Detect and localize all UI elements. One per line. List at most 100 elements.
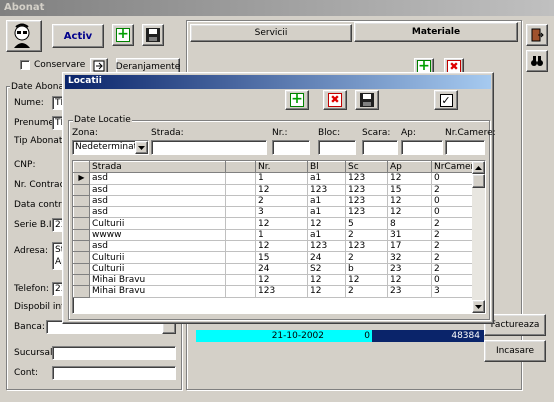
cell-nrcamere[interactable]: 2	[431, 183, 474, 196]
main-add-button[interactable]: +	[112, 24, 134, 46]
cell-strada[interactable]: Culturii	[89, 262, 226, 275]
table-row[interactable]: Culturii 24 S2 b 23 2	[73, 262, 474, 275]
cell-sc[interactable]: 123	[345, 206, 388, 219]
row-indicator[interactable]	[73, 183, 90, 196]
cell-nrcamere[interactable]: 3	[431, 285, 474, 298]
column-header-ap[interactable]: Ap	[387, 161, 432, 174]
locatii-grid[interactable]: Strada Nr. Bl Sc Ap NrCamere ▶asd1a11231…	[72, 160, 486, 314]
cell-bl[interactable]: 12	[307, 285, 346, 298]
cell-nr[interactable]: 24	[255, 262, 308, 275]
scroll-up-button[interactable]	[472, 161, 485, 174]
cell-ap[interactable]: 12	[387, 206, 432, 219]
cell-bl[interactable]: 12	[307, 273, 346, 287]
cell-nrcamere[interactable]: 2	[431, 251, 474, 264]
sucursala-field[interactable]	[52, 346, 176, 360]
cell-strada[interactable]: Culturii	[89, 251, 226, 264]
table-row[interactable]: ▶ asd 1 a1 123 12 0	[73, 172, 474, 185]
row-indicator[interactable]	[73, 273, 90, 287]
cont-field[interactable]	[52, 366, 176, 380]
cell-ap[interactable]: 15	[387, 183, 432, 196]
activ-button[interactable]: Activ	[52, 24, 104, 48]
nr-filter-input[interactable]	[272, 140, 310, 155]
cell-nrcamere[interactable]: 2	[431, 262, 474, 275]
cell-nrcamere[interactable]: 2	[431, 240, 474, 253]
cell-strada[interactable]: asd	[89, 240, 226, 253]
cell-strada[interactable]: Culturii	[89, 217, 226, 230]
cell-strada[interactable]: Mihai Bravu	[89, 285, 226, 298]
cell-sc[interactable]: 2	[345, 285, 388, 298]
table-row[interactable]: Mihai Bravu 12 12 12 12 0	[73, 273, 474, 287]
cell-nr[interactable]: 12	[255, 240, 308, 253]
cell-nrcamere[interactable]: 0	[431, 206, 474, 219]
cell-nr[interactable]: 2	[255, 194, 308, 208]
cell-sc[interactable]: 5	[345, 217, 388, 230]
row-indicator[interactable]: ▶	[73, 172, 90, 185]
cell-ap[interactable]: 12	[387, 273, 432, 287]
strada-filter-input[interactable]	[151, 140, 267, 155]
conservare-checkbox[interactable]	[20, 60, 30, 70]
cell-strada[interactable]: Mihai Bravu	[89, 273, 226, 287]
cell-nr[interactable]: 123	[255, 285, 308, 298]
column-header-bl[interactable]: Bl	[307, 161, 346, 174]
row-indicator[interactable]	[73, 217, 90, 230]
column-header-sc[interactable]: Sc	[345, 161, 388, 174]
cell-sc[interactable]: 2	[345, 228, 388, 242]
row-indicator[interactable]	[73, 251, 90, 264]
table-row[interactable]: wwww 1 a1 2 31 2	[73, 228, 474, 242]
cell-nrcamere[interactable]: 2	[431, 217, 474, 230]
cell-sc[interactable]: 12	[345, 273, 388, 287]
cell-ap[interactable]: 12	[387, 194, 432, 208]
row-indicator[interactable]	[73, 194, 90, 208]
cell-nrcamere[interactable]: 0	[431, 194, 474, 208]
cell-bl[interactable]: 123	[307, 240, 346, 253]
cell-bl[interactable]: a1	[307, 206, 346, 219]
cell-nr[interactable]: 3	[255, 206, 308, 219]
cell-sc[interactable]: 123	[345, 172, 388, 185]
main-save-button[interactable]	[142, 24, 164, 46]
cell-nr[interactable]: 15	[255, 251, 308, 264]
row-indicator[interactable]	[73, 206, 90, 219]
cell-ap[interactable]: 17	[387, 240, 432, 253]
cell-ap[interactable]: 23	[387, 262, 432, 275]
search-button[interactable]	[526, 50, 548, 72]
tab-servicii[interactable]: Servicii	[190, 24, 352, 42]
nr-camere-filter-input[interactable]	[445, 140, 485, 155]
cell-bl[interactable]: 123	[307, 183, 346, 196]
table-row[interactable]: Culturii 12 12 5 8 2	[73, 217, 474, 230]
cell-strada[interactable]: asd	[89, 172, 226, 185]
cell-strada[interactable]: asd	[89, 183, 226, 196]
table-row[interactable]: asd 12 123 123 17 2	[73, 240, 474, 253]
cell-ap[interactable]: 32	[387, 251, 432, 264]
scroll-thumb[interactable]	[472, 174, 485, 188]
column-header-strada[interactable]: Strada	[89, 161, 226, 174]
cell-ap[interactable]: 31	[387, 228, 432, 242]
cell-ap[interactable]: 12	[387, 172, 432, 185]
cell-bl[interactable]: S2	[307, 262, 346, 275]
cell-bl[interactable]: a1	[307, 228, 346, 242]
locatii-add-button[interactable]: +	[285, 90, 309, 110]
cell-nr[interactable]: 12	[255, 183, 308, 196]
cell-bl[interactable]: 24	[307, 251, 346, 264]
user-icon-button[interactable]	[6, 20, 42, 52]
scroll-down-button[interactable]	[472, 300, 485, 313]
row-indicator[interactable]	[73, 228, 90, 242]
cell-bl[interactable]: a1	[307, 172, 346, 185]
zona-dropdown-button[interactable]	[135, 141, 148, 154]
tab-materiale[interactable]: Materiale	[354, 22, 518, 42]
column-header-nr[interactable]: Nr.	[255, 161, 308, 174]
cell-strada[interactable]: asd	[89, 206, 226, 219]
cell-sc[interactable]: 123	[345, 183, 388, 196]
row-indicator[interactable]	[73, 240, 90, 253]
bloc-filter-input[interactable]	[318, 140, 356, 155]
cell-sc[interactable]: b	[345, 262, 388, 275]
cell-nrcamere[interactable]: 0	[431, 172, 474, 185]
scara-filter-input[interactable]	[362, 140, 398, 155]
cell-nr[interactable]: 12	[255, 217, 308, 230]
cell-nrcamere[interactable]: 0	[431, 273, 474, 287]
row-indicator[interactable]	[73, 262, 90, 275]
locatii-confirm-button[interactable]: ✓	[434, 90, 458, 110]
cell-strada[interactable]: asd	[89, 194, 226, 208]
cell-bl[interactable]: a1	[307, 194, 346, 208]
column-header-nrcamere[interactable]: NrCamere	[431, 161, 474, 174]
ap-filter-input[interactable]	[401, 140, 443, 155]
